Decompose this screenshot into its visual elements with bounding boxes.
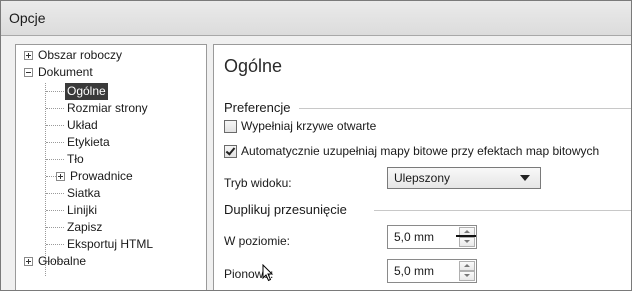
auto-bitmaps-option[interactable]: Automatycznie uzupełniaj mapy bitowe prz… — [224, 144, 624, 160]
tree-item-label: Siatka — [67, 186, 101, 200]
tree-item-general[interactable]: Ogólne — [16, 83, 204, 100]
dialog-body: Obszar roboczy Dokument Ogólne Rozmiar s… — [1, 36, 631, 290]
expand-plus-icon[interactable] — [24, 51, 33, 60]
increment-arrow-icon[interactable] — [459, 261, 475, 271]
fill-open-curves-label: Wypełniaj krzywe otwarte — [241, 119, 377, 133]
options-dialog: Opcje Obszar roboczy Dokument Ogólne Roz… — [0, 0, 632, 291]
fill-open-curves-checkbox[interactable] — [224, 120, 237, 133]
tree-item-page-size[interactable]: Rozmiar strony — [16, 100, 204, 117]
tree-item-label: Tło — [67, 152, 84, 166]
tree-item-label: Ogólne — [65, 83, 108, 100]
horizontal-offset-value: 5,0 mm — [394, 230, 435, 244]
tree-item-label: Prowadnice — [70, 169, 133, 183]
tree-item-label: Linijki — [67, 203, 98, 217]
collapse-minus-icon[interactable] — [24, 68, 33, 77]
mouse-cursor-icon — [262, 264, 274, 282]
tree-item-label: Etykieta — [67, 135, 110, 149]
tree-item-label: Obszar roboczy — [38, 48, 123, 62]
tree-item-export-html[interactable]: Eksportuj HTML — [16, 236, 204, 253]
tree-item-background[interactable]: Tło — [16, 151, 204, 168]
duplicate-offset-group-label: Duplikuj przesunięcie — [224, 202, 351, 217]
tree-item-global[interactable]: Globalne — [16, 253, 204, 270]
dialog-title: Opcje — [9, 10, 46, 26]
vertical-offset-stepper[interactable]: 5,0 mm — [387, 259, 477, 283]
tree-item-workspace[interactable]: Obszar roboczy — [16, 47, 204, 64]
horizontal-offset-stepper[interactable]: 5,0 mm — [387, 225, 477, 249]
auto-bitmaps-label: Automatycznie uzupełniaj mapy bitowe prz… — [241, 144, 600, 158]
group-divider — [374, 210, 631, 211]
tree-item-label-settings[interactable]: Etykieta — [16, 134, 204, 151]
preferences-group-label: Preferencje — [224, 100, 295, 115]
general-settings-panel: Ogólne Preferencje Wypełniaj krzywe otwa… — [213, 44, 631, 290]
tree-item-layout[interactable]: Układ — [16, 117, 204, 134]
options-tree[interactable]: Obszar roboczy Dokument Ogólne Rozmiar s… — [15, 44, 207, 290]
stepper-buttons — [459, 261, 475, 281]
tree-item-grid[interactable]: Siatka — [16, 185, 204, 202]
decrement-arrow-icon[interactable] — [459, 271, 475, 281]
view-mode-value: Ulepszony — [394, 171, 451, 185]
decrement-arrow-icon[interactable] — [459, 237, 475, 247]
tree-item-guidelines[interactable]: Prowadnice — [16, 168, 204, 185]
tree-item-rulers[interactable]: Linijki — [16, 202, 204, 219]
expand-plus-icon[interactable] — [56, 172, 65, 181]
tree-item-document[interactable]: Dokument — [16, 64, 204, 81]
group-divider — [299, 108, 631, 109]
tree-item-label: Globalne — [38, 254, 87, 268]
fill-open-curves-option[interactable]: Wypełniaj krzywe otwarte — [224, 119, 624, 135]
tree-item-label: Zapisz — [67, 220, 103, 234]
view-mode-dropdown[interactable]: Ulepszony — [387, 167, 541, 189]
auto-bitmaps-checkbox[interactable] — [224, 145, 237, 158]
page-title: Ogólne — [224, 56, 283, 76]
tree-item-label: Eksportuj HTML — [67, 237, 154, 251]
title-bar[interactable]: Opcje — [1, 1, 631, 36]
tree-item-label: Dokument — [38, 65, 93, 79]
hover-indicator — [456, 235, 476, 237]
chevron-down-icon — [520, 175, 530, 181]
stepper-buttons — [456, 227, 476, 247]
tree-item-save[interactable]: Zapisz — [16, 219, 204, 236]
view-mode-label: Tryb widoku: — [224, 176, 292, 190]
tree-item-label: Rozmiar strony — [67, 101, 148, 115]
expand-plus-icon[interactable] — [24, 257, 33, 266]
horizontal-label: W poziomie: — [224, 234, 291, 248]
tree-item-label: Układ — [67, 118, 98, 132]
vertical-offset-value: 5,0 mm — [394, 264, 435, 278]
